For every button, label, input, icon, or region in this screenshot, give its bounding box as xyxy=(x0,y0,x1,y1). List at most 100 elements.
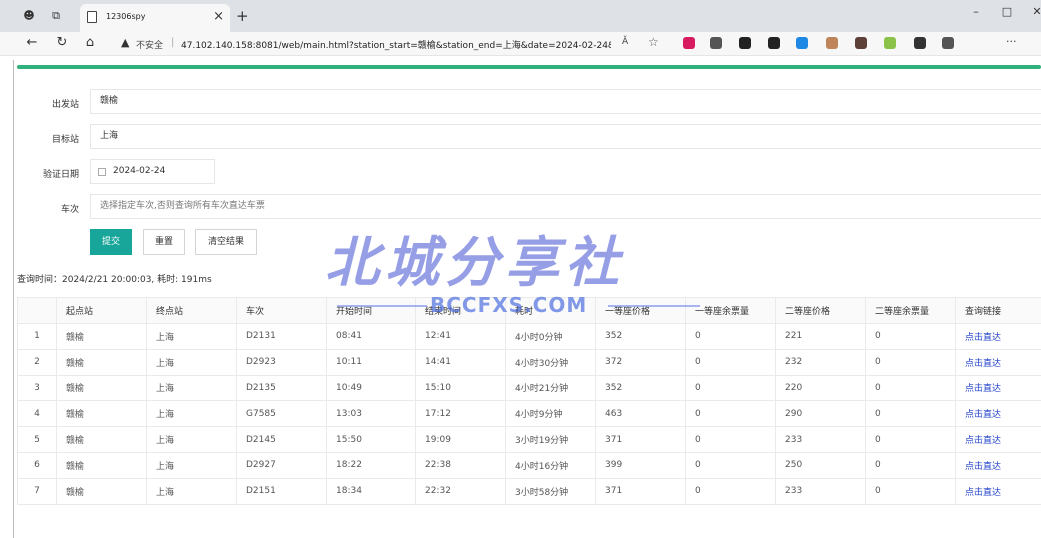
close-tab-icon[interactable]: × xyxy=(213,9,224,24)
cell-first-left: 0 xyxy=(685,374,776,402)
profile-avatar-icon[interactable]: ☻ xyxy=(22,9,36,23)
cell-first-left: 0 xyxy=(685,451,776,479)
refresh-icon[interactable]: ↻ xyxy=(54,35,70,50)
cell-second-left: 0 xyxy=(865,374,956,402)
start-station-label: 出发站 xyxy=(51,100,79,110)
cell-index: 4 xyxy=(17,400,57,428)
start-station-input[interactable]: 赣榆 xyxy=(90,89,1041,114)
cell-start: 赣榆 xyxy=(56,348,147,376)
browser-tab-bar: ☻ ⧉ 12306spy × + – □ ✕ xyxy=(0,0,1041,32)
close-window-button[interactable]: ✕ xyxy=(1027,5,1041,18)
pocket-icon[interactable] xyxy=(710,37,722,49)
cell-end: 上海 xyxy=(146,400,237,428)
cell-end: 上海 xyxy=(146,477,237,505)
more-menu-icon[interactable]: ··· xyxy=(1006,35,1017,48)
reset-button[interactable]: 重置 xyxy=(143,229,185,255)
cell-second-left: 0 xyxy=(865,426,956,453)
tab-title: 12306spy xyxy=(106,12,146,21)
cell-arrive: 12:41 xyxy=(415,323,506,350)
insecure-label[interactable]: 不安全 xyxy=(136,38,163,51)
cell-first-price: 372 xyxy=(595,348,686,376)
cell-train: D2135 xyxy=(236,374,327,402)
direct-link[interactable]: 点击直达 xyxy=(955,323,1041,350)
cell-start: 赣榆 xyxy=(56,451,147,479)
cell-first-price: 371 xyxy=(595,477,686,505)
address-separator: | xyxy=(171,37,175,48)
cell-second-price: 232 xyxy=(775,348,866,376)
submit-button[interactable]: 提交 xyxy=(90,229,132,255)
watermark-line-left xyxy=(337,305,427,307)
clear-results-button[interactable]: 清空结果 xyxy=(195,229,257,255)
history-icon[interactable] xyxy=(942,37,954,49)
cell-duration: 4小时16分钟 xyxy=(505,451,596,479)
direct-link[interactable]: 点击直达 xyxy=(955,400,1041,428)
cell-first-left: 0 xyxy=(685,400,776,428)
cell-arrive: 15:10 xyxy=(415,374,506,402)
browser-tab[interactable]: 12306spy × xyxy=(80,4,230,32)
cell-start: 赣榆 xyxy=(56,477,147,505)
extension-icon[interactable] xyxy=(739,37,751,49)
date-input[interactable]: 2024-02-24 xyxy=(90,159,215,184)
train-select[interactable]: 选择指定车次,否则查询所有车次直达车票 xyxy=(90,194,1041,219)
table-row: 1 赣榆 上海 D2131 08:41 12:41 4小时0分钟 352 0 2… xyxy=(17,323,1041,350)
cell-first-left: 0 xyxy=(685,477,776,505)
cell-second-price: 250 xyxy=(775,451,866,479)
cell-second-left: 0 xyxy=(865,400,956,428)
cell-second-left: 0 xyxy=(865,323,956,350)
home-icon[interactable]: ⌂ xyxy=(82,35,98,50)
cell-duration: 4小时0分钟 xyxy=(505,323,596,350)
extension-icon[interactable] xyxy=(768,37,780,49)
table-row: 2 赣榆 上海 D2923 10:11 14:41 4小时30分钟 372 0 … xyxy=(17,348,1041,376)
col-header-end: 终点站 xyxy=(146,297,237,324)
cell-first-price: 463 xyxy=(595,400,686,428)
extension-icon[interactable] xyxy=(796,37,808,49)
cell-start: 赣榆 xyxy=(56,323,147,350)
table-row: 4 赣榆 上海 G7585 13:03 17:12 4小时9分钟 463 0 2… xyxy=(17,400,1041,428)
cell-second-price: 233 xyxy=(775,426,866,453)
end-station-input[interactable]: 上海 xyxy=(90,124,1041,149)
col-header-first-price: 一等座价格 xyxy=(595,297,686,324)
cookie-icon[interactable] xyxy=(855,37,867,49)
direct-link[interactable]: 点击直达 xyxy=(955,348,1041,376)
cell-arrive: 22:32 xyxy=(415,477,506,505)
tab-actions-icon[interactable]: ⧉ xyxy=(49,9,63,23)
cell-second-price: 220 xyxy=(775,374,866,402)
cell-first-left: 0 xyxy=(685,348,776,376)
cell-second-price: 290 xyxy=(775,400,866,428)
maximize-button[interactable]: □ xyxy=(997,5,1017,18)
address-bar-row: ← ↻ ⌂ ▲ 不安全 | 47.102.140.158:8081/web/ma… xyxy=(0,32,1041,56)
train-row: 车次 选择指定车次,否则查询所有车次直达车票 xyxy=(17,194,1041,220)
new-tab-button[interactable]: + xyxy=(236,7,249,25)
cell-arrive: 22:38 xyxy=(415,451,506,479)
direct-link[interactable]: 点击直达 xyxy=(955,426,1041,453)
minimize-button[interactable]: – xyxy=(966,5,986,18)
date-value: 2024-02-24 xyxy=(113,166,166,176)
cell-end: 上海 xyxy=(146,426,237,453)
cell-first-price: 352 xyxy=(595,374,686,402)
extension-icon[interactable] xyxy=(683,37,695,49)
favorite-star-icon[interactable]: ☆ xyxy=(648,35,659,49)
extension-icon[interactable] xyxy=(884,37,896,49)
extension-icon[interactable] xyxy=(826,37,838,49)
cell-first-price: 371 xyxy=(595,426,686,453)
warning-icon[interactable]: ▲ xyxy=(121,36,129,49)
cell-second-left: 0 xyxy=(865,451,956,479)
col-header-start: 起点站 xyxy=(56,297,147,324)
cell-depart: 08:41 xyxy=(326,323,416,350)
collections-icon[interactable] xyxy=(914,37,926,49)
direct-link[interactable]: 点击直达 xyxy=(955,477,1041,505)
watermark-line-right xyxy=(608,305,700,307)
cell-duration: 4小时9分钟 xyxy=(505,400,596,428)
read-aloud-icon[interactable]: Ă xyxy=(622,37,628,47)
direct-link[interactable]: 点击直达 xyxy=(955,451,1041,479)
col-header-train: 车次 xyxy=(236,297,327,324)
url-field[interactable]: 47.102.140.158:8081/web/main.html?statio… xyxy=(181,38,611,51)
cell-start: 赣榆 xyxy=(56,426,147,453)
watermark-title: 北城分享社 xyxy=(325,231,625,294)
direct-link[interactable]: 点击直达 xyxy=(955,374,1041,402)
cell-first-price: 399 xyxy=(595,451,686,479)
cell-start: 赣榆 xyxy=(56,374,147,402)
cell-depart: 18:34 xyxy=(326,477,416,505)
back-arrow-icon[interactable]: ← xyxy=(24,35,40,50)
col-header-first-left: 一等座余票量 xyxy=(685,297,776,324)
